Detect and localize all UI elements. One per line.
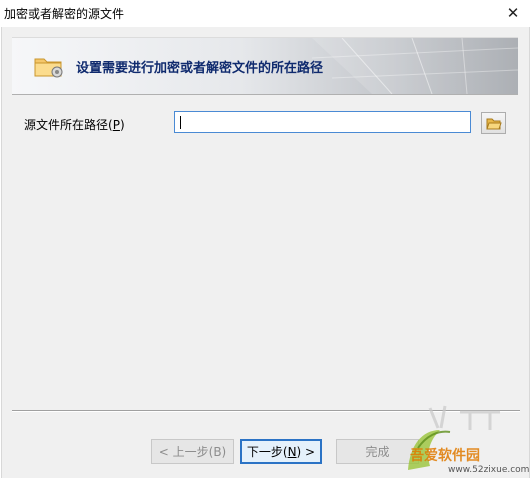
close-icon: ✕	[506, 4, 520, 22]
banner-heading: 设置需要进行加密或者解密文件的所在路径	[76, 61, 324, 76]
title-bar: 加密或者解密的源文件 ✕	[0, 0, 530, 26]
back-button[interactable]: < 上一步(B)	[151, 439, 234, 464]
open-folder-icon	[485, 118, 502, 129]
source-path-label: 源文件所在路径(P)	[24, 118, 125, 132]
browse-button[interactable]	[481, 112, 506, 134]
next-button[interactable]: 下一步(N) >	[240, 439, 322, 464]
header-banner: 设置需要进行加密或者解密文件的所在路径	[12, 37, 518, 95]
text-caret	[180, 116, 181, 129]
close-button[interactable]: ✕	[496, 0, 530, 26]
folder-gear-icon	[34, 58, 63, 78]
watermark-text: 吾爱软件园	[410, 448, 480, 464]
window-title: 加密或者解密的源文件	[4, 7, 125, 21]
watermark-url: www.52zixue.com	[448, 465, 530, 475]
source-path-input[interactable]	[174, 111, 471, 133]
